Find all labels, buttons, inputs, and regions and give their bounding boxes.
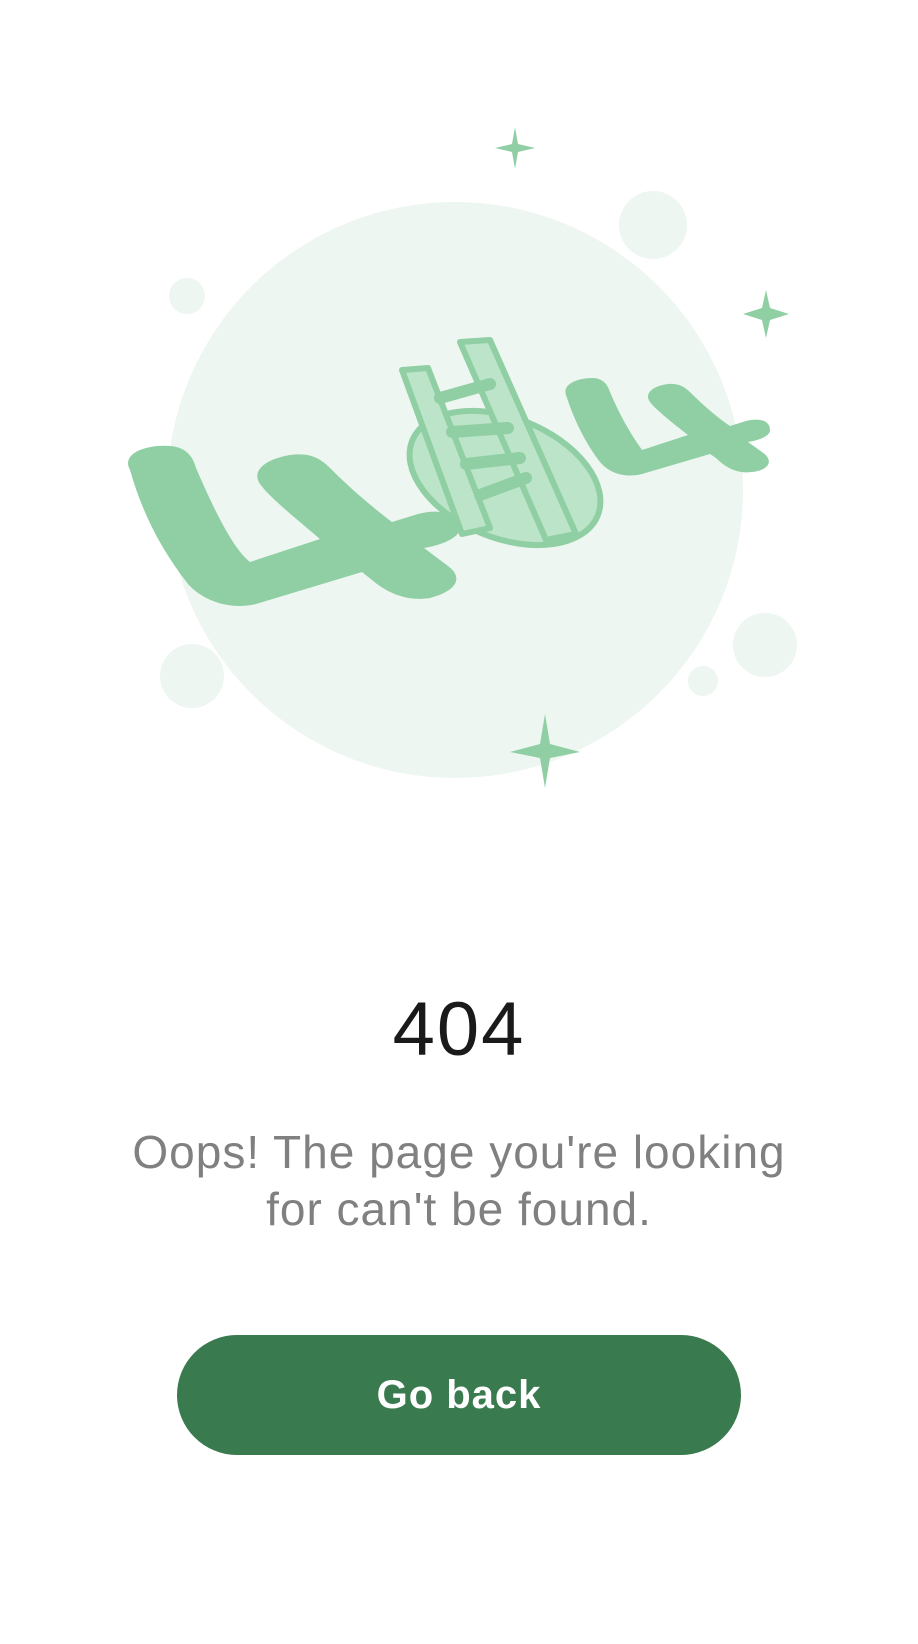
- bubble-decoration: [733, 613, 797, 677]
- sparkle-icon: [743, 290, 789, 338]
- go-back-button[interactable]: Go back: [177, 1335, 741, 1455]
- bubble-decoration: [160, 644, 224, 708]
- sparkle-icon: [495, 127, 535, 169]
- bubble-decoration: [169, 278, 205, 314]
- error-code: 404: [392, 987, 526, 1072]
- error-message: Oops! The page you're looking for can't …: [132, 1126, 786, 1235]
- 404-illustration: [128, 127, 797, 788]
- bubble-decoration: [619, 191, 687, 259]
- bubble-decoration: [688, 666, 718, 696]
